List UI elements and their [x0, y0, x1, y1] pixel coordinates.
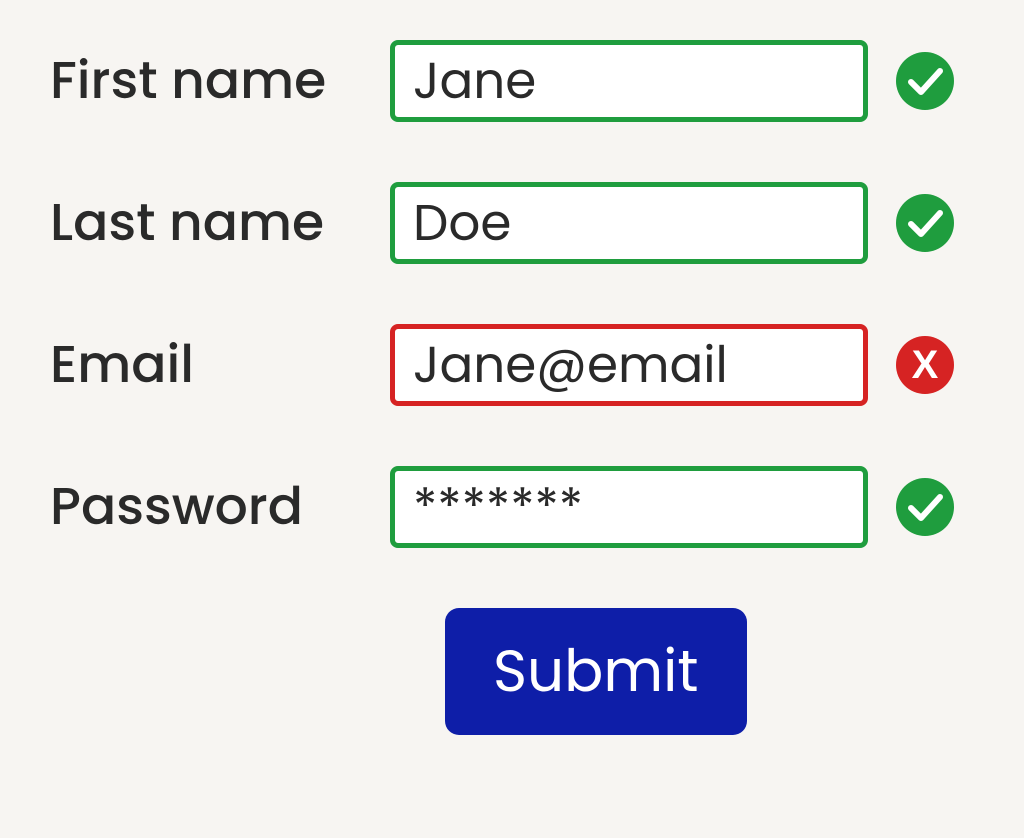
email-row: Email Jane@email X — [50, 324, 974, 406]
check-icon — [896, 478, 954, 536]
submit-row: Submit — [50, 608, 974, 735]
svg-text:X: X — [912, 343, 939, 387]
error-icon: X — [896, 336, 954, 394]
check-icon — [896, 194, 954, 252]
check-icon — [896, 52, 954, 110]
password-row: Password ******* — [50, 466, 974, 548]
email-input[interactable]: Jane@email — [390, 324, 868, 406]
password-label: Password — [50, 468, 390, 546]
submit-button[interactable]: Submit — [445, 608, 747, 735]
last-name-input[interactable]: Doe — [390, 182, 868, 264]
last-name-row: Last name Doe — [50, 182, 974, 264]
first-name-input[interactable]: Jane — [390, 40, 868, 122]
last-name-label: Last name — [50, 184, 390, 262]
first-name-label: First name — [50, 42, 390, 120]
first-name-row: First name Jane — [50, 40, 974, 122]
email-label: Email — [50, 326, 390, 404]
password-input[interactable]: ******* — [390, 466, 868, 548]
